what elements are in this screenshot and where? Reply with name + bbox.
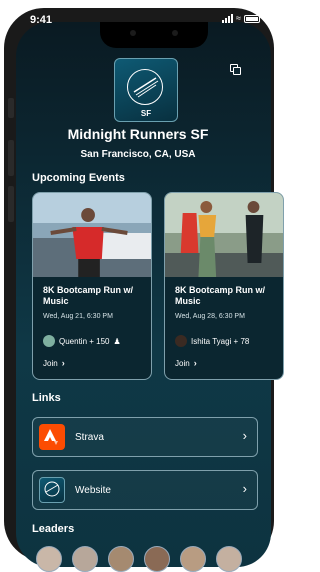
battery-icon: [244, 15, 260, 23]
signal-icon: [222, 14, 234, 23]
chevron-right-icon: ›: [61, 358, 65, 368]
event-title: 8K Bootcamp Run w/ Music: [43, 285, 134, 306]
copy-icon[interactable]: [230, 64, 241, 75]
leader-avatar[interactable]: [72, 546, 98, 572]
link-label: Strava: [75, 432, 104, 443]
people-icon: ♟: [113, 336, 121, 346]
website-icon: [39, 477, 65, 503]
status-icons: ≈: [222, 14, 260, 23]
club-location: San Francisco, CA, USA: [80, 149, 196, 160]
logo-emblem: [127, 69, 163, 105]
chevron-right-icon: ›: [242, 428, 247, 443]
attendee-count: Quentin + 150: [59, 336, 110, 346]
avatar: [43, 335, 55, 347]
join-button[interactable]: Join ›: [43, 358, 65, 368]
link-strava[interactable]: Strava ›: [32, 417, 258, 457]
leader-avatar[interactable]: [36, 546, 62, 572]
chevron-right-icon: ›: [193, 358, 197, 368]
leader-avatar[interactable]: [144, 546, 170, 572]
volume-down-button: [8, 186, 14, 222]
leader-avatar[interactable]: [180, 546, 206, 572]
club-name: Midnight Runners SF: [67, 126, 209, 142]
event-card[interactable]: 8K Bootcamp Run w/ Music Wed, Aug 28, 6:…: [164, 192, 284, 380]
status-time: 9:41: [30, 14, 53, 26]
event-date: Wed, Aug 21, 6:30 PM: [43, 313, 113, 320]
logo-text: SF: [140, 109, 152, 118]
leader-avatar[interactable]: [108, 546, 134, 572]
attendee-count: Ishita Tyagi + 78: [191, 336, 250, 346]
event-attendees: Ishita Tyagi + 78: [175, 335, 249, 347]
avatar: [175, 335, 187, 347]
join-button[interactable]: Join ›: [175, 358, 197, 368]
leader-avatar[interactable]: [216, 546, 242, 572]
section-title-events: Upcoming Events: [32, 172, 125, 184]
join-label: Join: [175, 358, 190, 368]
notch: [100, 22, 208, 48]
strava-icon: [39, 424, 65, 450]
mute-switch: [8, 98, 14, 118]
section-title-leaders: Leaders: [32, 523, 75, 535]
event-date: Wed, Aug 28, 6:30 PM: [175, 313, 245, 320]
wifi-icon: ≈: [236, 13, 241, 23]
section-title-links: Links: [32, 392, 61, 404]
link-label: Website: [75, 485, 111, 496]
event-attendees: Quentin + 150 ♟: [43, 335, 121, 347]
event-card[interactable]: 8K Bootcamp Run w/ Music Wed, Aug 21, 6:…: [32, 192, 152, 380]
event-photo: [33, 193, 151, 277]
join-label: Join: [43, 358, 58, 368]
event-title: 8K Bootcamp Run w/ Music: [175, 285, 266, 306]
club-logo: SF: [114, 58, 178, 122]
link-website[interactable]: Website ›: [32, 470, 258, 510]
chevron-right-icon: ›: [242, 481, 247, 496]
event-photo: [165, 193, 283, 277]
